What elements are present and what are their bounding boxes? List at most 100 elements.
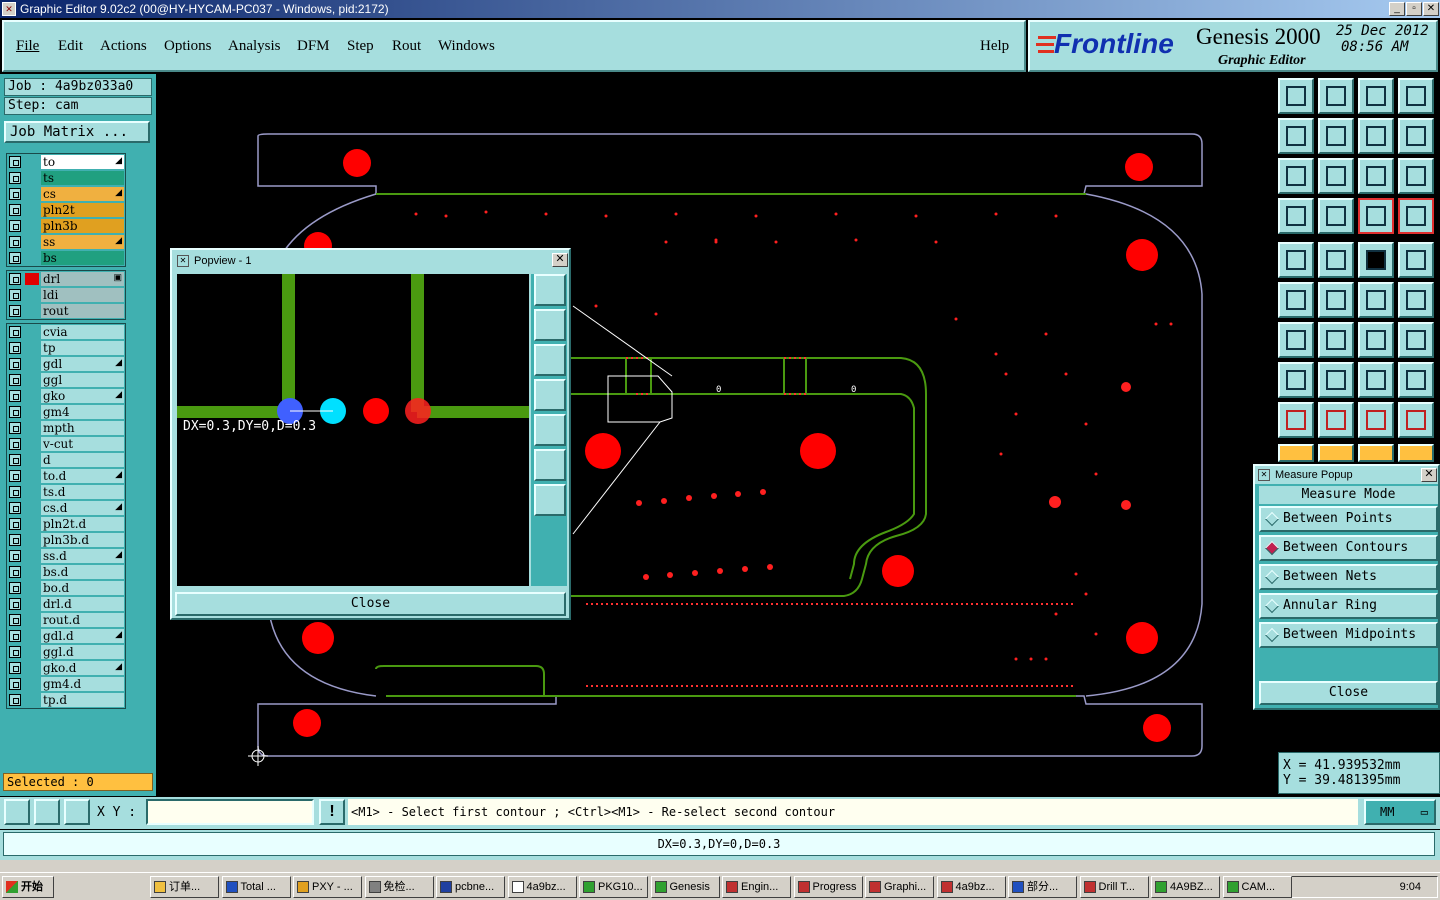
- layer-row-pln2t.d[interactable]: pln2t.d: [7, 516, 125, 532]
- split-view-button[interactable]: [1398, 78, 1434, 114]
- layer-name[interactable]: gdl: [41, 357, 124, 371]
- menu-rout[interactable]: Rout: [392, 38, 421, 55]
- layer-row-drl[interactable]: drl ▣: [7, 271, 125, 287]
- layer-checkbox[interactable]: [9, 406, 21, 418]
- arrow-c-button[interactable]: [1358, 444, 1394, 462]
- layer-name[interactable]: cvia: [41, 325, 124, 339]
- layer-row-ss[interactable]: ss ◢: [7, 234, 125, 250]
- menu-edit[interactable]: Edit: [58, 38, 83, 55]
- layer-checkbox[interactable]: [9, 342, 21, 354]
- pan-right-button[interactable]: [534, 414, 566, 446]
- layer-name[interactable]: cs.d: [41, 501, 124, 515]
- layer-row-rout[interactable]: rout: [7, 303, 125, 319]
- circle-mode-button[interactable]: [1398, 242, 1434, 278]
- pan-up-button[interactable]: [534, 309, 566, 341]
- layer-checkbox[interactable]: [9, 566, 21, 578]
- layer-name[interactable]: pln3b: [41, 219, 124, 233]
- net-display-button[interactable]: [1358, 198, 1394, 234]
- layer-checkbox[interactable]: [9, 252, 21, 264]
- layer-checkbox[interactable]: [9, 582, 21, 594]
- menu-dfm[interactable]: DFM: [297, 38, 330, 55]
- layer-row-to[interactable]: to ◢: [7, 154, 125, 170]
- layer-checkbox[interactable]: [9, 172, 21, 184]
- pan-left-button[interactable]: [1278, 118, 1314, 154]
- units-dropdown[interactable]: MM ▭: [1364, 799, 1436, 825]
- layer-row-gm4[interactable]: gm4: [7, 404, 125, 420]
- taskbar-item[interactable]: 订单...: [150, 876, 219, 898]
- select-outline-button[interactable]: [1318, 242, 1354, 278]
- alert-icon[interactable]: !: [319, 799, 345, 825]
- split-line-button[interactable]: [1318, 362, 1354, 398]
- arc-pad-button[interactable]: [1358, 282, 1394, 318]
- layer-name[interactable]: v-cut: [41, 437, 124, 451]
- connect-button[interactable]: [1278, 282, 1314, 318]
- layer-row-cs[interactable]: cs ◢: [7, 186, 125, 202]
- help-button[interactable]: [1398, 158, 1434, 194]
- layer-row-ss.d[interactable]: ss.d ◢: [7, 548, 125, 564]
- zoom-home-button[interactable]: [534, 484, 566, 516]
- taskbar-item[interactable]: 4a9bz...: [936, 876, 1006, 898]
- resize-button[interactable]: [1358, 362, 1394, 398]
- cross-button[interactable]: [1318, 282, 1354, 318]
- layer-name[interactable]: tp: [41, 341, 124, 355]
- arc-line-button[interactable]: [1398, 282, 1434, 318]
- filter-button[interactable]: [1278, 198, 1314, 234]
- minimize-button[interactable]: _: [1389, 2, 1405, 16]
- redraw-button[interactable]: [1398, 118, 1434, 154]
- menu-analysis[interactable]: Analysis: [228, 38, 281, 55]
- undo-view-button[interactable]: [1358, 118, 1394, 154]
- layer-checkbox[interactable]: [9, 598, 21, 610]
- measure-option-between-midpoints[interactable]: Between Midpoints: [1259, 622, 1438, 648]
- layer-checkbox[interactable]: [9, 646, 21, 658]
- measure-tool-icon[interactable]: [34, 799, 60, 825]
- pan-down-button[interactable]: [534, 344, 566, 376]
- job-matrix-button[interactable]: Job Matrix ...: [4, 121, 150, 143]
- layer-row-gdl.d[interactable]: gdl.d ◢: [7, 628, 125, 644]
- layer-row-gm4.d[interactable]: gm4.d: [7, 676, 125, 692]
- popview-close-button[interactable]: Close: [175, 592, 566, 616]
- layer-name[interactable]: to: [41, 155, 124, 169]
- arrow-d-button[interactable]: [1398, 444, 1434, 462]
- menu-options[interactable]: Options: [164, 38, 212, 55]
- layer-row-bs.d[interactable]: bs.d: [7, 564, 125, 580]
- layer-name[interactable]: rout.d: [41, 613, 124, 627]
- layer-name[interactable]: drl.d: [41, 597, 124, 611]
- taskbar-item[interactable]: Graphi...: [865, 876, 934, 898]
- close-window-button[interactable]: ✕: [1423, 2, 1439, 16]
- layer-checkbox[interactable]: [9, 550, 21, 562]
- line-mode-button[interactable]: [1358, 242, 1394, 278]
- taskbar-item[interactable]: 4a9bz...: [507, 876, 577, 898]
- pan-left-button[interactable]: [534, 379, 566, 411]
- slash-button[interactable]: [1318, 322, 1354, 358]
- layer-row-tp.d[interactable]: tp.d: [7, 692, 125, 708]
- layer-checkbox[interactable]: [9, 188, 21, 200]
- angle-button[interactable]: [1278, 322, 1314, 358]
- taskbar-item[interactable]: PKG10...: [579, 876, 648, 898]
- layer-checkbox[interactable]: [9, 438, 21, 450]
- menu-step[interactable]: Step: [347, 38, 374, 55]
- measure-option-annular-ring[interactable]: Annular Ring: [1259, 593, 1438, 619]
- menu-help[interactable]: Help: [980, 38, 1009, 55]
- menu-file[interactable]: File: [16, 38, 39, 55]
- layer-name[interactable]: d: [41, 453, 124, 467]
- taskbar-item[interactable]: pcbne...: [436, 876, 505, 898]
- layer-checkbox[interactable]: [9, 422, 21, 434]
- layer-row-bo.d[interactable]: bo.d: [7, 580, 125, 596]
- taskbar-item[interactable]: 部分...: [1008, 876, 1077, 898]
- layer-name[interactable]: tp.d: [41, 693, 124, 707]
- layer-name[interactable]: ss: [41, 235, 124, 249]
- layer-checkbox[interactable]: [9, 220, 21, 232]
- layer-name[interactable]: ts.d: [41, 485, 124, 499]
- taskbar-item[interactable]: Engin...: [722, 876, 791, 898]
- layer-row-rout.d[interactable]: rout.d: [7, 612, 125, 628]
- layer-name[interactable]: gdl.d: [41, 629, 124, 643]
- taskbar-item[interactable]: 免检...: [364, 876, 434, 898]
- layer-checkbox[interactable]: [9, 502, 21, 514]
- zoom-area-button[interactable]: [534, 274, 566, 306]
- arrow-b-button[interactable]: [1318, 444, 1354, 462]
- maximize-button[interactable]: ▫: [1406, 2, 1422, 16]
- layer-row-drl.d[interactable]: drl.d: [7, 596, 125, 612]
- taskbar-item[interactable]: Genesis: [650, 876, 720, 898]
- layer-name[interactable]: pln3b.d: [41, 533, 124, 547]
- layer-row-ggl[interactable]: ggl: [7, 372, 125, 388]
